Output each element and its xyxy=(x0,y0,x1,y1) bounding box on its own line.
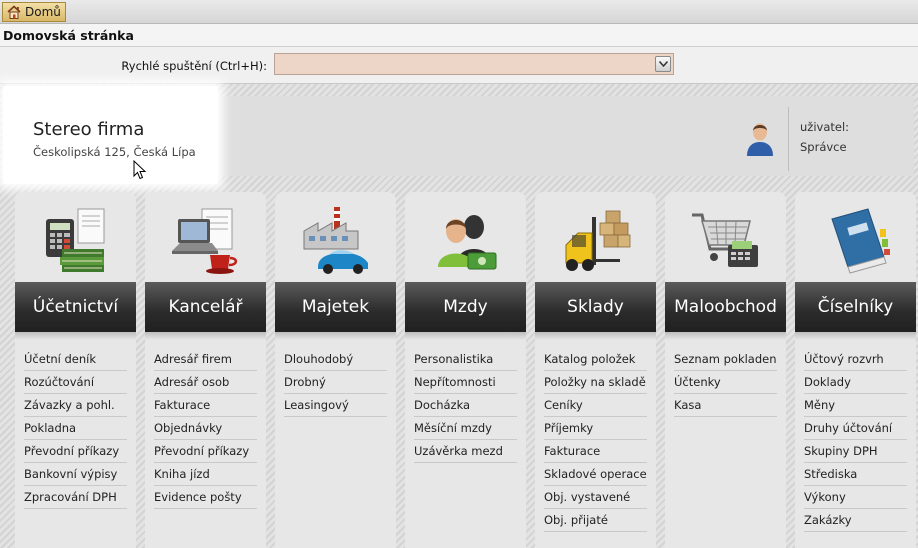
menu-item[interactable]: Střediska xyxy=(804,463,907,486)
menu-item[interactable]: Měny xyxy=(804,394,907,417)
menu-item[interactable]: Uzávěrka mezd xyxy=(414,440,517,463)
user-avatar-icon xyxy=(747,123,773,156)
menu-item[interactable]: Objednávky xyxy=(154,417,257,440)
quick-launch-label: Rychlé spuštění (Ctrl+H): xyxy=(121,59,267,73)
menu-item[interactable]: Účetní deník xyxy=(24,348,127,371)
user-name: Správce xyxy=(800,140,847,154)
menu-item[interactable]: Příjemky xyxy=(544,417,647,440)
module-sklady: Sklady Katalog položek Položky na skladě… xyxy=(535,192,656,548)
module-menu: Seznam pokladen Účtenky Kasa xyxy=(674,348,777,417)
menu-item[interactable]: Převodní příkazy xyxy=(24,440,127,463)
module-title[interactable]: Účetnictví xyxy=(15,282,136,340)
menu-item[interactable]: Ceníky xyxy=(544,394,647,417)
menu-item[interactable]: Nepřítomnosti xyxy=(414,371,517,394)
tab-bar: Domů xyxy=(0,0,918,24)
module-title[interactable]: Číselníky xyxy=(795,282,916,340)
menu-item[interactable]: Rozúčtování xyxy=(24,371,127,394)
menu-item[interactable]: Bankovní výpisy xyxy=(24,463,127,486)
menu-item[interactable]: Měsíční mzdy xyxy=(414,417,517,440)
menu-item[interactable]: Adresář firem xyxy=(154,348,257,371)
menu-item[interactable]: Zpracování DPH xyxy=(24,486,127,509)
module-title[interactable]: Maloobchod xyxy=(665,282,786,340)
menu-item[interactable]: Katalog položek xyxy=(544,348,647,371)
menu-item[interactable]: Drobný xyxy=(284,371,387,394)
assets-icon xyxy=(303,207,368,274)
retail-icon xyxy=(691,213,758,267)
company-name: Stereo firma xyxy=(33,119,145,140)
mouse-pointer-icon xyxy=(133,160,147,180)
menu-item[interactable]: Skladové operace xyxy=(544,463,647,486)
codebook-icon xyxy=(830,208,890,274)
menu-item[interactable]: Obj. přijaté xyxy=(544,509,647,532)
menu-item[interactable]: Seznam pokladen xyxy=(674,348,777,371)
menu-item[interactable]: Zakázky xyxy=(804,509,907,532)
home-icon xyxy=(7,5,21,19)
menu-item[interactable]: Dlouhodobý xyxy=(284,348,387,371)
menu-item[interactable]: Adresář osob xyxy=(154,371,257,394)
module-majetek: Majetek Dlouhodobý Drobný Leasingový xyxy=(275,192,396,548)
menu-item[interactable]: Doklady xyxy=(804,371,907,394)
menu-item[interactable]: Druhy účtování xyxy=(804,417,907,440)
menu-item[interactable]: Závazky a pohl. xyxy=(24,394,127,417)
menu-item[interactable]: Evidence pošty xyxy=(154,486,257,509)
menu-item[interactable]: Výkony xyxy=(804,486,907,509)
menu-item[interactable]: Fakturace xyxy=(154,394,257,417)
user-label: uživatel: xyxy=(800,120,850,134)
menu-item[interactable]: Leasingový xyxy=(284,394,387,417)
quick-launch-dropdown-button[interactable] xyxy=(655,56,671,72)
quick-launch-input[interactable] xyxy=(274,53,674,75)
module-maloobchod: Maloobchod Seznam pokladen Účtenky Kasa xyxy=(665,192,786,548)
menu-item[interactable]: Docházka xyxy=(414,394,517,417)
payroll-icon xyxy=(437,215,496,270)
module-menu: Personalistika Nepřítomnosti Docházka Mě… xyxy=(414,348,517,463)
module-ciselniky: Číselníky Účtový rozvrh Doklady Měny Dru… xyxy=(795,192,916,548)
company-address: Českolipská 125, Česká Lípa xyxy=(33,145,196,159)
module-kancelar: Kancelář Adresář firem Adresář osob Fakt… xyxy=(145,192,266,548)
module-title[interactable]: Sklady xyxy=(535,282,656,340)
warehouse-icon xyxy=(565,210,630,271)
tab-home[interactable]: Domů xyxy=(2,2,66,22)
module-menu: Účtový rozvrh Doklady Měny Druhy účtován… xyxy=(804,348,907,532)
page-title: Domovská stránka xyxy=(0,24,918,47)
user-separator xyxy=(788,107,789,171)
tab-home-label: Domů xyxy=(25,5,61,19)
module-mzdy: Mzdy Personalistika Nepřítomnosti Docház… xyxy=(405,192,526,548)
module-title[interactable]: Kancelář xyxy=(145,282,266,340)
module-menu: Účetní deník Rozúčtování Závazky a pohl.… xyxy=(24,348,127,509)
quick-launch-bar: Rychlé spuštění (Ctrl+H): xyxy=(0,47,918,83)
module-menu: Katalog položek Položky na skladě Ceníky… xyxy=(544,348,647,532)
menu-item[interactable]: Účtenky xyxy=(674,371,777,394)
menu-item[interactable]: Položky na skladě xyxy=(544,371,647,394)
menu-item[interactable]: Fakturace xyxy=(544,440,647,463)
menu-item[interactable]: Skupiny DPH xyxy=(804,440,907,463)
module-title[interactable]: Majetek xyxy=(275,282,396,340)
company-card[interactable]: Stereo firma Českolipská 125, Česká Lípa xyxy=(3,86,218,184)
module-title[interactable]: Mzdy xyxy=(405,282,526,340)
office-icon xyxy=(171,208,237,274)
menu-item[interactable]: Personalistika xyxy=(414,348,517,371)
menu-item[interactable]: Obj. vystavené xyxy=(544,486,647,509)
chevron-down-icon xyxy=(658,61,668,67)
module-ucetnictvi: Účetnictví Účetní deník Rozúčtování Záva… xyxy=(15,192,136,548)
module-menu: Dlouhodobý Drobný Leasingový xyxy=(284,348,387,417)
module-menu: Adresář firem Adresář osob Fakturace Obj… xyxy=(154,348,257,509)
menu-item[interactable]: Kasa xyxy=(674,394,777,417)
menu-item[interactable]: Účtový rozvrh xyxy=(804,348,907,371)
menu-item[interactable]: Pokladna xyxy=(24,417,127,440)
accounting-icon xyxy=(45,208,104,272)
menu-item[interactable]: Kniha jízd xyxy=(154,463,257,486)
menu-item[interactable]: Převodní příkazy xyxy=(154,440,257,463)
